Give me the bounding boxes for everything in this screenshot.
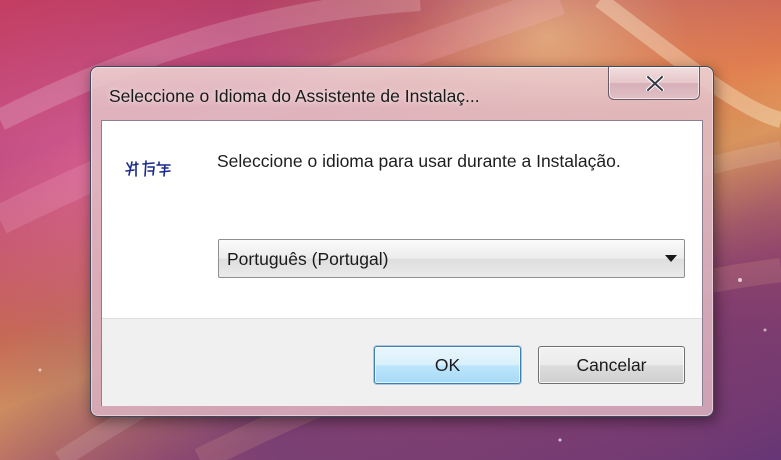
close-button[interactable] [608,67,700,100]
instruction-text: Seleccione o idioma para usar durante a … [217,151,621,171]
dialog-content: Seleccione o idioma para usar durante a … [102,121,702,318]
window-title: Seleccione o Idioma do Assistente de Ins… [109,86,480,106]
button-bar: OK Cancelar [102,318,702,406]
setup-logo-icon [125,160,171,177]
chevron-down-icon [665,255,677,262]
title-bar[interactable]: Seleccione o Idioma do Assistente de Ins… [91,67,713,113]
dialog-client-area: Seleccione o idioma para usar durante a … [101,120,703,406]
desktop-background: Seleccione o Idioma do Assistente de Ins… [0,0,781,460]
language-select-value: Português (Portugal) [227,249,389,269]
close-icon [646,76,664,91]
cancel-button[interactable]: Cancelar [538,346,685,384]
language-select[interactable]: Português (Portugal) [218,239,685,278]
language-dialog: Seleccione o Idioma do Assistente de Ins… [90,66,714,417]
ok-button[interactable]: OK [374,346,521,384]
